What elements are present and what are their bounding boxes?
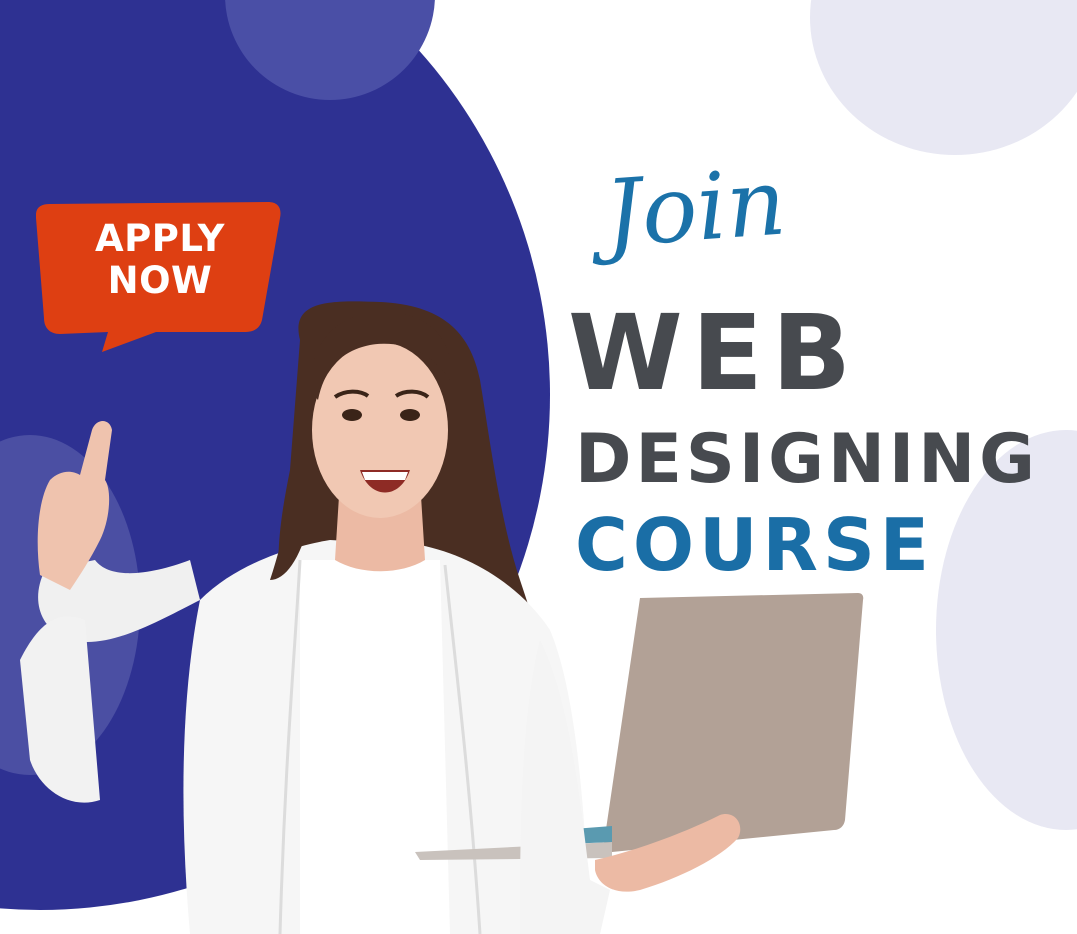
- course-banner: APPLY NOW Join WEB DESIGNING COURSE: [0, 0, 1077, 934]
- apply-now-button[interactable]: APPLY NOW: [36, 202, 281, 352]
- web-text: WEB: [568, 292, 861, 414]
- designing-text: DESIGNING: [575, 420, 1039, 499]
- apply-now-label: APPLY NOW: [36, 218, 284, 302]
- course-text: COURSE: [575, 503, 934, 587]
- apply-label: APPLY: [95, 217, 225, 260]
- join-text: Join: [601, 148, 790, 268]
- now-label: NOW: [107, 259, 213, 302]
